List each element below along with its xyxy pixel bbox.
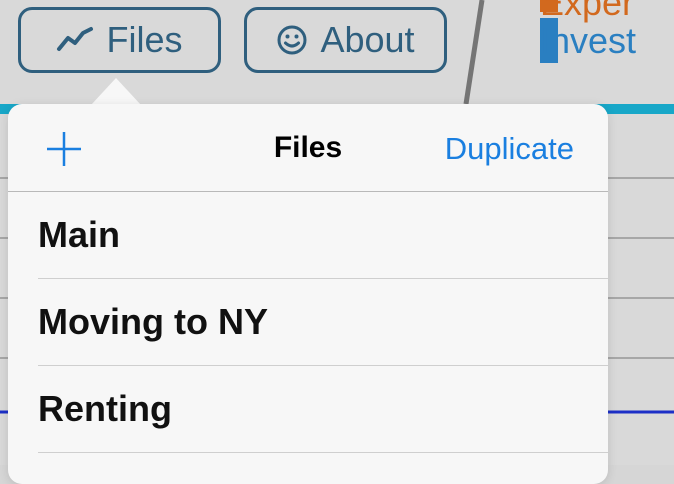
popover-header: Files Duplicate (8, 104, 608, 192)
line-chart-icon (56, 25, 94, 55)
about-button-label: About (320, 19, 415, 60)
files-button[interactable]: Files (18, 7, 221, 73)
list-item[interactable]: Moving to NY (8, 279, 608, 366)
file-label: Main (38, 214, 121, 255)
duplicate-button[interactable]: Duplicate (445, 131, 574, 167)
files-button-label: Files (106, 19, 183, 60)
file-list: Main Moving to NY Renting (8, 192, 608, 453)
files-popover: Files Duplicate Main Moving to NY Rentin… (8, 104, 608, 484)
list-item[interactable]: Renting (8, 366, 608, 453)
file-label: Renting (38, 388, 172, 429)
legend-label-investments: Invest (540, 20, 637, 61)
file-label: Moving to NY (38, 301, 268, 342)
about-button[interactable]: About (244, 7, 447, 73)
popover-arrow (91, 78, 141, 105)
list-item[interactable]: Main (8, 192, 608, 279)
smiley-icon (276, 24, 308, 56)
